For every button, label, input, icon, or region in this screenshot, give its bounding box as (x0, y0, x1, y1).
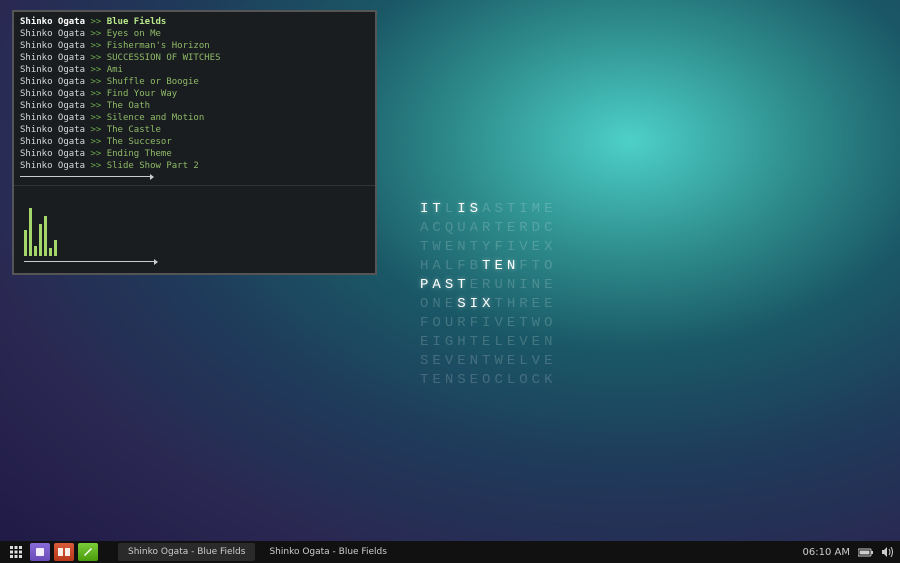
track-artist: Shinko Ogata (20, 41, 85, 51)
track-artist: Shinko Ogata (20, 53, 85, 63)
clock-row: HALFBTENFTO (420, 257, 556, 276)
track-title: Shuffle or Boogie (107, 77, 199, 87)
vis-bar (39, 224, 42, 256)
separator: >> (90, 149, 101, 159)
vis-bar (34, 246, 37, 256)
separator: >> (90, 113, 101, 123)
visualizer-line (24, 261, 154, 262)
editor-icon[interactable] (78, 543, 98, 561)
separator: >> (90, 125, 101, 135)
track-title: The Succesor (107, 137, 172, 147)
vis-bar (29, 208, 32, 256)
dictionary-icon[interactable] (54, 543, 74, 561)
vis-bar (44, 216, 47, 256)
vis-bar (24, 230, 27, 256)
track-title: Ami (107, 65, 123, 75)
separator: >> (90, 53, 101, 63)
track-artist: Shinko Ogata (20, 29, 85, 39)
system-tray: 06:10 AM (803, 547, 894, 558)
music-player-window[interactable]: Shinko Ogata >> Blue FieldsShinko Ogata … (12, 10, 377, 275)
vis-bar (54, 240, 57, 256)
separator: >> (90, 65, 101, 75)
track-artist: Shinko Ogata (20, 65, 85, 75)
apps-menu-icon[interactable] (6, 543, 26, 561)
playlist[interactable]: Shinko Ogata >> Blue FieldsShinko Ogata … (14, 12, 375, 185)
playlist-row[interactable]: Shinko Ogata >> SUCCESSION OF WITCHES (20, 52, 369, 64)
separator: >> (90, 41, 101, 51)
track-title: The Oath (107, 101, 150, 111)
clock-row: ONESIXTHREE (420, 295, 556, 314)
playlist-row[interactable]: Shinko Ogata >> Ending Theme (20, 148, 369, 160)
taskbar-item-1[interactable]: Shinko Ogata - Blue Fields (118, 543, 255, 561)
playlist-row[interactable]: Shinko Ogata >> Shuffle or Boogie (20, 76, 369, 88)
separator: >> (90, 89, 101, 99)
track-artist: Shinko Ogata (20, 137, 85, 147)
vis-bar (49, 248, 52, 256)
clock-row: FOURFIVETWO (420, 314, 556, 333)
clock-row: EIGHTELEVEN (420, 333, 556, 352)
track-artist: Shinko Ogata (20, 89, 85, 99)
playlist-row[interactable]: Shinko Ogata >> Blue Fields (20, 16, 369, 28)
track-title: The Castle (107, 125, 161, 135)
playlist-row[interactable]: Shinko Ogata >> The Oath (20, 100, 369, 112)
clock-row: PASTERUNINE (420, 276, 556, 295)
playlist-row[interactable]: Shinko Ogata >> Slide Show Part 2 (20, 160, 369, 172)
track-artist: Shinko Ogata (20, 161, 85, 171)
file-manager-icon[interactable] (30, 543, 50, 561)
volume-icon[interactable] (882, 547, 894, 557)
visualizer-bars (24, 206, 365, 256)
separator: >> (90, 161, 101, 171)
separator: >> (90, 17, 101, 27)
track-title: Ending Theme (107, 149, 172, 159)
word-clock-widget: ITLISASTIMEACQUARTERDCTWENTYFIVEXHALFBTE… (420, 200, 556, 390)
taskbar[interactable]: Shinko Ogata - Blue Fields Shinko Ogata … (0, 541, 900, 563)
clock-row: ITLISASTIME (420, 200, 556, 219)
playlist-row[interactable]: Shinko Ogata >> Silence and Motion (20, 112, 369, 124)
clock-row: TWENTYFIVEX (420, 238, 556, 257)
separator: >> (90, 77, 101, 87)
track-artist: Shinko Ogata (20, 77, 85, 87)
track-artist: Shinko Ogata (20, 149, 85, 159)
separator: >> (90, 101, 101, 111)
separator: >> (90, 29, 101, 39)
clock-row: TENSEOCLOCK (420, 371, 556, 390)
clock-row: ACQUARTERDC (420, 219, 556, 238)
track-title: SUCCESSION OF WITCHES (107, 53, 221, 63)
playlist-row[interactable]: Shinko Ogata >> The Succesor (20, 136, 369, 148)
playlist-row[interactable]: Shinko Ogata >> Eyes on Me (20, 28, 369, 40)
track-title: Slide Show Part 2 (107, 161, 199, 171)
separator: >> (90, 137, 101, 147)
playlist-row[interactable]: Shinko Ogata >> Ami (20, 64, 369, 76)
clock-row: SEVENTWELVE (420, 352, 556, 371)
track-title: Silence and Motion (107, 113, 205, 123)
playlist-row[interactable]: Shinko Ogata >> Fisherman's Horizon (20, 40, 369, 52)
playlist-progress (20, 176, 150, 177)
track-artist: Shinko Ogata (20, 17, 85, 27)
visualizer (14, 186, 375, 276)
track-artist: Shinko Ogata (20, 113, 85, 123)
track-title: Fisherman's Horizon (107, 41, 210, 51)
playlist-row[interactable]: Shinko Ogata >> The Castle (20, 124, 369, 136)
playlist-row[interactable]: Shinko Ogata >> Find Your Way (20, 88, 369, 100)
taskbar-item-2[interactable]: Shinko Ogata - Blue Fields (259, 543, 396, 561)
track-title: Eyes on Me (107, 29, 161, 39)
track-title: Blue Fields (107, 17, 167, 27)
track-title: Find Your Way (107, 89, 177, 99)
clock-text: 06:10 AM (803, 547, 850, 558)
track-artist: Shinko Ogata (20, 125, 85, 135)
battery-icon[interactable] (858, 548, 874, 557)
track-artist: Shinko Ogata (20, 101, 85, 111)
